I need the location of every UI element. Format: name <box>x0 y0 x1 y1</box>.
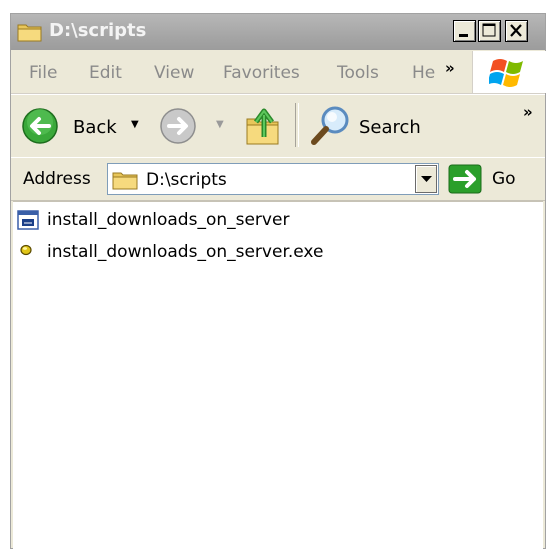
address-label: Address <box>23 169 91 189</box>
folder-icon <box>17 21 43 48</box>
address-value: D:\scripts <box>146 170 227 190</box>
back-arrow-icon[interactable] <box>19 105 71 152</box>
close-button[interactable] <box>505 20 528 42</box>
file-list[interactable]: install_downloads_on_server install_down… <box>13 201 543 549</box>
title-bar[interactable]: D:\scripts <box>11 14 545 50</box>
list-item[interactable]: install_downloads_on_server <box>15 207 315 235</box>
back-dropdown-icon[interactable]: ▼ <box>131 119 139 130</box>
menu-file[interactable]: File <box>29 63 57 83</box>
go-arrow-icon[interactable] <box>448 164 482 199</box>
address-bar: Address D:\scripts Go <box>11 157 545 201</box>
file-name: install_downloads_on_server.exe <box>47 242 324 262</box>
forward-dropdown-icon[interactable]: ▼ <box>216 119 224 130</box>
menu-edit[interactable]: Edit <box>89 63 122 83</box>
standard-toolbar: » Back ▼ ▼ Search <box>11 94 545 158</box>
menu-view[interactable]: View <box>154 63 194 83</box>
toolbar-separator <box>295 103 299 147</box>
toolbar-overflow-chevron-icon[interactable]: » <box>523 103 533 121</box>
windows-logo <box>472 51 546 93</box>
address-input[interactable]: D:\scripts <box>107 163 439 195</box>
go-button[interactable]: Go <box>492 169 516 189</box>
back-button[interactable]: Back <box>73 117 117 138</box>
menu-bar: File Edit View Favorites Tools He » <box>11 51 546 94</box>
file-name: install_downloads_on_server <box>47 210 290 230</box>
search-button[interactable]: Search <box>359 117 421 138</box>
maximize-button[interactable] <box>478 20 501 42</box>
menu-favorites[interactable]: Favorites <box>223 63 300 83</box>
folder-icon <box>112 169 140 196</box>
address-dropdown-button[interactable] <box>415 165 437 193</box>
list-item[interactable]: install_downloads_on_server.exe <box>15 239 355 267</box>
menu-help[interactable]: He <box>412 63 435 83</box>
explorer-window: D:\scripts File Edit View Favorites Tool… <box>10 13 546 549</box>
exe-dot-icon <box>17 242 39 267</box>
search-icon[interactable] <box>307 103 355 154</box>
forward-arrow-icon[interactable] <box>157 105 209 152</box>
menu-overflow-chevron-icon[interactable]: » <box>445 59 455 77</box>
up-folder-icon[interactable] <box>242 103 286 154</box>
script-window-icon <box>17 210 39 235</box>
menu-tools[interactable]: Tools <box>337 63 379 83</box>
minimize-button[interactable] <box>453 20 476 42</box>
window-title: D:\scripts <box>49 20 147 41</box>
